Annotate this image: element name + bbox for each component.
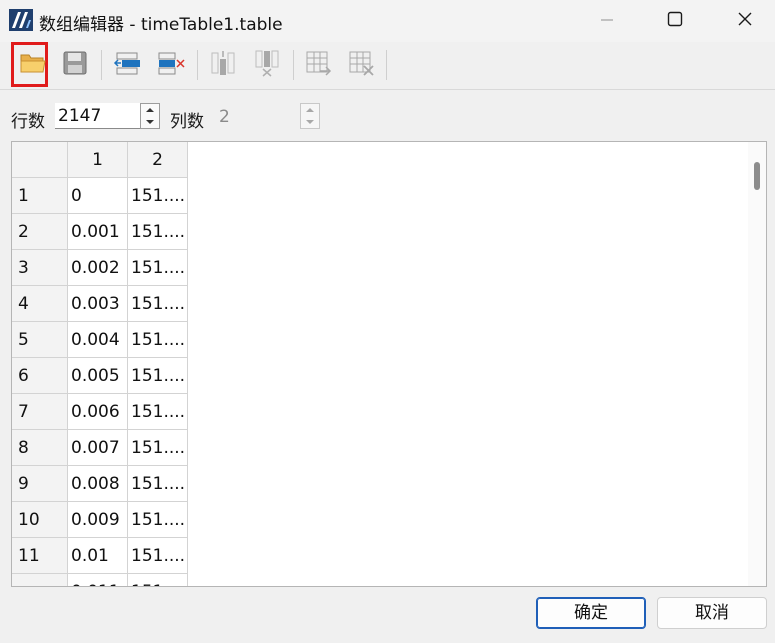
cols-spinner	[300, 103, 320, 129]
open-file-button[interactable]	[16, 46, 50, 84]
delete-row-icon	[156, 50, 186, 80]
scrollbar-thumb[interactable]	[754, 162, 760, 190]
spin-down-icon	[301, 116, 319, 128]
save-button[interactable]	[58, 46, 92, 84]
spin-up-icon	[301, 104, 319, 116]
app-logo-icon	[9, 9, 33, 31]
row-header[interactable]: 7	[12, 394, 68, 430]
insert-column-icon	[209, 49, 237, 81]
folder-open-icon	[19, 50, 47, 80]
minimize-icon	[600, 12, 614, 31]
table-cell[interactable]: 0.004	[68, 322, 128, 358]
insert-row-button[interactable]	[110, 46, 144, 84]
table-cell[interactable]: 0.003	[68, 286, 128, 322]
cols-label: 列数	[170, 112, 204, 132]
cols-count-input: 2	[219, 107, 230, 127]
table-cell[interactable]: 151....	[128, 574, 188, 586]
table-cell[interactable]: 0.005	[68, 358, 128, 394]
close-icon	[737, 11, 753, 31]
maximize-button[interactable]	[652, 0, 698, 42]
spin-up-icon[interactable]	[141, 104, 159, 116]
insert-column-button[interactable]	[206, 46, 240, 84]
table-cell[interactable]: 151....	[128, 322, 188, 358]
close-button[interactable]	[722, 0, 768, 42]
toolbar-separator	[197, 50, 198, 80]
table-cell[interactable]: 151....	[128, 250, 188, 286]
delete-row-button[interactable]	[154, 46, 188, 84]
table-cell[interactable]: 0.002	[68, 250, 128, 286]
rows-spinner[interactable]	[140, 103, 160, 129]
table-cell[interactable]: 151....	[128, 502, 188, 538]
clear-table-button[interactable]	[344, 46, 378, 84]
spin-down-icon[interactable]	[141, 116, 159, 128]
column-header[interactable]: 2	[128, 142, 188, 178]
table-cell[interactable]: 151....	[128, 430, 188, 466]
cancel-button[interactable]: 取消	[657, 597, 767, 629]
toolbar-separator	[293, 50, 294, 80]
table-cell[interactable]: 0.001	[68, 214, 128, 250]
row-header[interactable]: 8	[12, 430, 68, 466]
vertical-scrollbar[interactable]	[748, 142, 766, 586]
table-cell[interactable]: 151....	[128, 214, 188, 250]
table-clear-icon	[347, 49, 375, 81]
row-header[interactable]: 4	[12, 286, 68, 322]
row-header[interactable]: 11	[12, 538, 68, 574]
delete-column-button[interactable]	[250, 46, 284, 84]
data-table[interactable]: 1 2 1 0 151.... 2 0.001 151.... 3 0.002 151.... 4…	[11, 141, 767, 587]
row-header[interactable]: 2	[12, 214, 68, 250]
table-cell[interactable]: 0.007	[68, 430, 128, 466]
row-header[interactable]: 1	[12, 178, 68, 214]
save-icon	[62, 50, 88, 80]
import-table-button[interactable]	[301, 46, 335, 84]
table-import-icon	[304, 49, 332, 81]
table-cell[interactable]: 0.008	[68, 466, 128, 502]
window-title: 数组编辑器 - timeTable1.table	[39, 15, 283, 35]
insert-row-icon	[112, 50, 142, 80]
table-cell[interactable]: 151....	[128, 466, 188, 502]
row-header[interactable]	[12, 574, 68, 586]
column-header[interactable]: 1	[68, 142, 128, 178]
toolbar	[0, 42, 775, 90]
row-header[interactable]: 6	[12, 358, 68, 394]
maximize-icon	[667, 11, 683, 31]
table-cell[interactable]: 0.006	[68, 394, 128, 430]
ok-button[interactable]: 确定	[536, 597, 646, 629]
row-header[interactable]: 3	[12, 250, 68, 286]
toolbar-separator	[386, 50, 387, 80]
row-header[interactable]: 5	[12, 322, 68, 358]
dimension-controls: 行数 2147 列数 2	[0, 96, 775, 136]
corner-header[interactable]	[12, 142, 68, 178]
table-cell[interactable]: 151....	[128, 286, 188, 322]
minimize-button[interactable]	[584, 0, 630, 42]
table-cell[interactable]: 151....	[128, 358, 188, 394]
toolbar-separator	[101, 50, 102, 80]
row-header[interactable]: 9	[12, 466, 68, 502]
table-cell[interactable]: 0.009	[68, 502, 128, 538]
table-cell[interactable]: 0.011	[68, 574, 128, 586]
table-cell[interactable]: 151....	[128, 178, 188, 214]
rows-label: 行数	[11, 112, 45, 132]
table-cell[interactable]: 151....	[128, 394, 188, 430]
row-header[interactable]: 10	[12, 502, 68, 538]
table-cell[interactable]: 151....	[128, 538, 188, 574]
table-cell[interactable]: 0	[68, 178, 128, 214]
delete-column-icon	[253, 49, 281, 81]
title-bar: 数组编辑器 - timeTable1.table	[0, 0, 775, 42]
table-cell[interactable]: 0.01	[68, 538, 128, 574]
